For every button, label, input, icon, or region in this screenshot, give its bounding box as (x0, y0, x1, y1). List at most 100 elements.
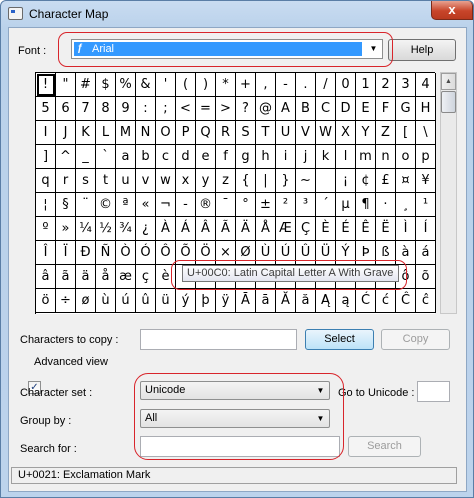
character-cell[interactable]: ă (296, 289, 316, 313)
character-cell[interactable]: D (336, 97, 356, 121)
character-cell[interactable]: ¯ (216, 193, 236, 217)
character-cell[interactable]: ¹ (416, 193, 436, 217)
character-cell[interactable]: ÿ (216, 289, 236, 313)
character-cell[interactable]: E (356, 97, 376, 121)
character-cell[interactable]: 5 (36, 97, 56, 121)
character-cell[interactable]: M (116, 121, 136, 145)
character-cell[interactable]: ß (376, 241, 396, 265)
character-cell[interactable]: a (116, 145, 136, 169)
character-cell[interactable]: f (216, 145, 236, 169)
character-cell[interactable]: { (236, 169, 256, 193)
character-cell[interactable]: k (316, 145, 336, 169)
character-cell[interactable]: ] (36, 145, 56, 169)
character-cell[interactable]: & (136, 73, 156, 97)
character-cell[interactable]: b (136, 145, 156, 169)
character-cell[interactable]: 6 (56, 97, 76, 121)
character-cell[interactable]: g (236, 145, 256, 169)
character-cell[interactable]: ; (156, 97, 176, 121)
character-cell[interactable]: ¢ (356, 169, 376, 193)
character-cell[interactable]: r (56, 169, 76, 193)
character-cell[interactable]: ¨ (76, 193, 96, 217)
character-cell[interactable]: Ü (316, 241, 336, 265)
character-cell[interactable]: Â (196, 217, 216, 241)
character-cell[interactable]: ´ (316, 193, 336, 217)
character-cell[interactable]: F (376, 97, 396, 121)
character-cell[interactable]: K (76, 121, 96, 145)
character-cell[interactable]: n (376, 145, 396, 169)
character-cell[interactable]: G (396, 97, 416, 121)
character-cell[interactable]: i (276, 145, 296, 169)
character-cell[interactable]: Ã (216, 217, 236, 241)
character-cell[interactable]: × (216, 241, 236, 265)
character-cell[interactable]: 7 (76, 97, 96, 121)
character-cell[interactable]: § (56, 193, 76, 217)
character-cell[interactable]: I (36, 121, 56, 145)
character-cell[interactable]: ¼ (76, 217, 96, 241)
character-cell[interactable]: ® (196, 193, 216, 217)
character-cell[interactable]: ô (396, 265, 416, 289)
character-cell[interactable]: È (316, 217, 336, 241)
chevron-down-icon[interactable]: ▼ (313, 411, 328, 427)
character-cell[interactable]: m (356, 145, 376, 169)
character-cell[interactable]: þ (196, 289, 216, 313)
character-cell[interactable]: ? (236, 97, 256, 121)
character-cell[interactable]: @ (256, 97, 276, 121)
character-cell[interactable]: ª (116, 193, 136, 217)
character-cell[interactable]: µ (336, 193, 356, 217)
character-cell[interactable]: , (256, 73, 276, 97)
character-cell[interactable]: ą (336, 289, 356, 313)
character-cell[interactable]: T (256, 121, 276, 145)
character-cell[interactable]: º (36, 217, 56, 241)
character-cell[interactable]: ĉ (416, 289, 436, 313)
character-cell[interactable]: u (116, 169, 136, 193)
character-cell[interactable]: % (116, 73, 136, 97)
character-cell[interactable]: Å (256, 217, 276, 241)
character-cell[interactable]: ú (116, 289, 136, 313)
character-cell[interactable]: ) (196, 73, 216, 97)
character-cell[interactable]: ^ (56, 145, 76, 169)
character-cell[interactable]: l (336, 145, 356, 169)
advanced-view-label[interactable]: Advanced view (34, 356, 108, 368)
close-button[interactable]: x (431, 1, 473, 20)
scroll-up-icon[interactable]: ▲ (441, 73, 456, 90)
character-cell[interactable]: ¦ (36, 193, 56, 217)
character-cell[interactable]: A (276, 97, 296, 121)
character-cell[interactable]: q (36, 169, 56, 193)
character-cell[interactable]: · (376, 193, 396, 217)
character-cell[interactable]: Y (356, 121, 376, 145)
character-cell[interactable]: = (196, 97, 216, 121)
character-cell[interactable]: $ (96, 73, 116, 97)
character-cell[interactable]: Ă (276, 289, 296, 313)
characters-to-copy-input[interactable] (140, 329, 297, 350)
character-cell[interactable]: 4 (416, 73, 436, 97)
chevron-down-icon[interactable]: ▼ (366, 41, 381, 57)
character-cell[interactable]: P (176, 121, 196, 145)
character-cell[interactable]: Ö (196, 241, 216, 265)
character-cell[interactable]: Ø (236, 241, 256, 265)
character-cell[interactable]: ` (96, 145, 116, 169)
character-cell[interactable]: - (176, 193, 196, 217)
go-to-unicode-input[interactable] (417, 381, 450, 402)
character-cell[interactable]: d (176, 145, 196, 169)
character-cell[interactable]: Ì (396, 217, 416, 241)
character-cell[interactable]: Á (176, 217, 196, 241)
character-cell[interactable]: À (156, 217, 176, 241)
character-cell[interactable]: Ó (136, 241, 156, 265)
character-cell[interactable]: ¡ (336, 169, 356, 193)
character-cell[interactable]: V (296, 121, 316, 145)
scrollbar-thumb[interactable] (441, 91, 456, 113)
search-button[interactable]: Search (348, 436, 421, 457)
character-cell[interactable]: 8 (96, 97, 116, 121)
character-cell[interactable]: ± (256, 193, 276, 217)
character-cell[interactable]: Ä (236, 217, 256, 241)
character-cell[interactable]: ā (256, 289, 276, 313)
character-cell[interactable]: « (136, 193, 156, 217)
character-cell[interactable]: ä (76, 265, 96, 289)
character-cell[interactable]: O (156, 121, 176, 145)
character-cell[interactable]: 1 (356, 73, 376, 97)
character-cell[interactable]: w (156, 169, 176, 193)
character-cell[interactable]: ö (36, 289, 56, 313)
character-cell[interactable] (316, 169, 336, 193)
character-cell[interactable]: } (276, 169, 296, 193)
character-cell[interactable]: : (136, 97, 156, 121)
